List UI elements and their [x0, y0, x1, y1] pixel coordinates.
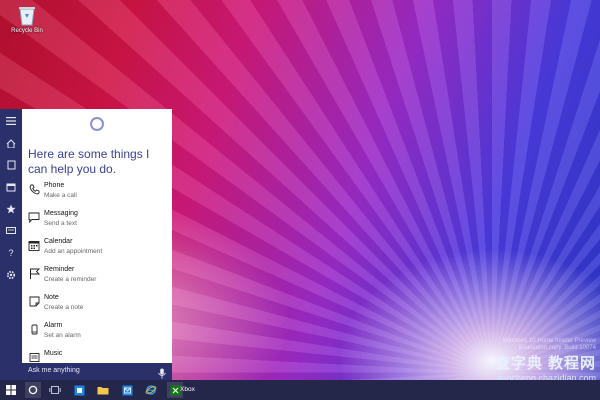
- recycle-bin-icon: [17, 4, 37, 26]
- watermark-title: 查字典 教程网: [494, 355, 596, 372]
- suggestion-title: Phone: [44, 182, 65, 189]
- flag-icon: [28, 267, 40, 279]
- star-icon[interactable]: [3, 201, 19, 217]
- suggestion-subtitle: Create a note: [44, 304, 84, 311]
- cortana-nav-rail: ?: [0, 109, 22, 380]
- watermark: Windows 10 Home Insider Preview Evaluati…: [450, 338, 596, 383]
- store-icon[interactable]: [71, 382, 87, 398]
- recycle-bin-label: Recycle Bin: [11, 28, 43, 34]
- start-windows-icon[interactable]: [3, 382, 19, 398]
- suggestion-list: Phone Make a call Messaging Send a text …: [28, 181, 168, 363]
- suggestion-item-phone[interactable]: Phone Make a call: [28, 181, 168, 209]
- suggestion-title: Calendar: [44, 238, 73, 245]
- suggestion-title: Note: [44, 294, 59, 301]
- suggestion-subtitle: Set an alarm: [44, 332, 81, 339]
- home-icon[interactable]: [3, 135, 19, 151]
- suggestion-title: Alarm: [44, 322, 63, 329]
- settings-icon[interactable]: [3, 267, 19, 283]
- cortana-taskbar-icon[interactable]: [25, 382, 41, 398]
- music-icon: [28, 351, 40, 363]
- suggestion-item-alarm[interactable]: Alarm Set an alarm: [28, 321, 168, 349]
- alarm-icon: [28, 323, 40, 335]
- hamburger-icon[interactable]: [3, 113, 19, 129]
- suggestion-subtitle: Add an appointment: [44, 248, 103, 255]
- cortana-circle-icon: [90, 117, 104, 131]
- mail-icon[interactable]: [119, 382, 135, 398]
- phone-icon: [28, 183, 40, 195]
- file-explorer-icon[interactable]: [95, 382, 111, 398]
- calendar-icon[interactable]: [3, 179, 19, 195]
- build-info-line: Windows 10 Home Insider Preview: [502, 338, 596, 344]
- suggestion-title: Reminder: [44, 266, 75, 273]
- panel-heading: Here are some things I can help you do.: [28, 147, 150, 176]
- notebook-icon[interactable]: [3, 157, 19, 173]
- note-icon: [28, 295, 40, 307]
- suggestion-item-calendar[interactable]: Calendar Add an appointment: [28, 237, 168, 265]
- suggestion-subtitle: Create a reminder: [44, 276, 97, 283]
- xbox-taskbar-label: Xbox: [180, 386, 195, 393]
- message-icon: [28, 211, 40, 223]
- suggestion-item-messaging[interactable]: Messaging Send a text: [28, 209, 168, 237]
- calendar-icon: [28, 239, 40, 251]
- suggestion-title: Music: [44, 350, 63, 357]
- suggestion-subtitle: Send a text: [44, 220, 77, 227]
- cortana-panel: Here are some things I can help you do. …: [22, 109, 172, 363]
- internet-explorer-icon[interactable]: [143, 382, 159, 398]
- cortana-search-box[interactable]: Ask me anything: [22, 363, 172, 380]
- help-icon[interactable]: ?: [3, 245, 19, 261]
- task-view-icon[interactable]: [47, 382, 63, 398]
- taskbar: Xbox: [0, 380, 600, 400]
- search-input[interactable]: Ask me anything: [28, 367, 80, 374]
- suggestion-title: Messaging: [44, 210, 78, 217]
- suggestion-item-music[interactable]: Music: [28, 349, 168, 363]
- microphone-icon[interactable]: [157, 366, 167, 379]
- feedback-icon[interactable]: [3, 223, 19, 239]
- build-info-line: Evaluation copy. Build 10074: [519, 345, 596, 351]
- suggestion-item-note[interactable]: Note Create a note: [28, 293, 168, 321]
- recycle-bin-shortcut[interactable]: Recycle Bin: [4, 4, 50, 34]
- suggestion-item-reminder[interactable]: Reminder Create a reminder: [28, 265, 168, 293]
- suggestion-subtitle: Make a call: [44, 192, 77, 199]
